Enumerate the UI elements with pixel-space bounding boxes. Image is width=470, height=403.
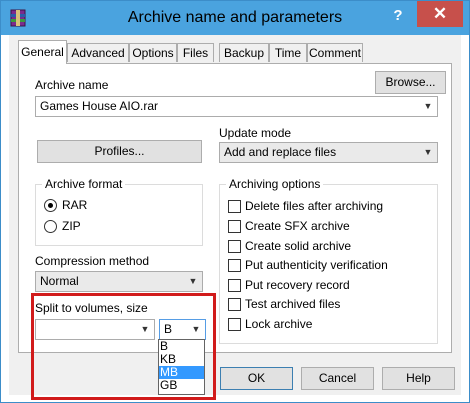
compression-method-select[interactable]: Normal ▼ <box>35 271 203 292</box>
archive-name-value: Games House AIO.rar <box>40 99 159 113</box>
zip-radio-label: ZIP <box>62 219 81 233</box>
archiving-options-group: Archiving options Delete files after arc… <box>219 177 438 344</box>
test-archived-checkbox[interactable] <box>228 298 241 311</box>
close-button[interactable]: ✕ <box>417 1 463 27</box>
archive-name-label: Archive name <box>35 78 109 92</box>
rar-radio[interactable] <box>44 199 57 212</box>
highlight-annotation <box>31 293 216 400</box>
archive-format-group: Archive format RAR ZIP <box>35 177 203 246</box>
recovery-record-label: Put recovery record <box>245 278 350 292</box>
create-sfx-label: Create SFX archive <box>245 219 350 233</box>
authenticity-label: Put authenticity verification <box>245 258 388 272</box>
tab-advanced[interactable]: Advanced <box>67 43 129 62</box>
tab-general[interactable]: General <box>18 40 67 64</box>
tab-options[interactable]: Options <box>129 43 177 62</box>
tab-label: Comment <box>308 46 361 60</box>
chevron-down-icon[interactable]: ▼ <box>422 143 434 162</box>
update-mode-select[interactable]: Add and replace files ▼ <box>219 142 438 163</box>
zip-radio[interactable] <box>44 220 57 233</box>
tab-label: Options <box>132 46 174 60</box>
archiving-options-title: Archiving options <box>226 177 324 191</box>
title-help-button[interactable]: ? <box>385 6 411 26</box>
compression-method-value: Normal <box>40 274 79 288</box>
recovery-record-checkbox[interactable] <box>228 279 241 292</box>
tab-label: Files <box>182 46 209 60</box>
browse-button[interactable]: Browse... <box>375 71 446 94</box>
tab-files[interactable]: Files <box>177 43 214 62</box>
archive-name-input[interactable]: Games House AIO.rar ▼ <box>35 96 438 117</box>
chevron-down-icon[interactable]: ▼ <box>187 272 199 291</box>
dialog-window: Archive name and parameters ? ✕ General … <box>0 0 470 403</box>
update-mode-value: Add and replace files <box>224 145 337 159</box>
tab-comment[interactable]: Comment <box>307 43 363 62</box>
radio-selected-dot <box>48 203 53 208</box>
tab-label: Advanced <box>71 46 125 60</box>
test-archived-label: Test archived files <box>245 297 341 311</box>
dialog-client-area: General Advanced Options Files Backup Ti… <box>9 35 461 400</box>
archive-format-title: Archive format <box>42 177 126 191</box>
rar-radio-label: RAR <box>62 198 88 212</box>
cancel-button[interactable]: Cancel <box>301 367 374 390</box>
tab-time[interactable]: Time <box>269 43 307 62</box>
lock-archive-checkbox[interactable] <box>228 318 241 331</box>
create-sfx-checkbox[interactable] <box>228 220 241 233</box>
title-bar[interactable]: Archive name and parameters ? ✕ <box>1 1 469 35</box>
create-solid-checkbox[interactable] <box>228 240 241 253</box>
tab-backup[interactable]: Backup <box>219 43 269 62</box>
lock-archive-label: Lock archive <box>245 317 313 331</box>
create-solid-label: Create solid archive <box>245 239 352 253</box>
profiles-button[interactable]: Profiles... <box>37 140 202 163</box>
chevron-down-icon[interactable]: ▼ <box>422 97 434 116</box>
delete-files-label: Delete files after archiving <box>245 199 384 213</box>
delete-files-checkbox[interactable] <box>228 200 241 213</box>
tab-label: General <box>21 45 64 59</box>
compression-method-label: Compression method <box>35 254 150 268</box>
update-mode-label: Update mode <box>219 126 292 140</box>
authenticity-checkbox[interactable] <box>228 259 241 272</box>
tab-label: Time <box>274 46 302 60</box>
ok-button[interactable]: OK <box>220 367 293 390</box>
tab-label: Backup <box>223 46 265 60</box>
help-button[interactable]: Help <box>382 367 455 390</box>
